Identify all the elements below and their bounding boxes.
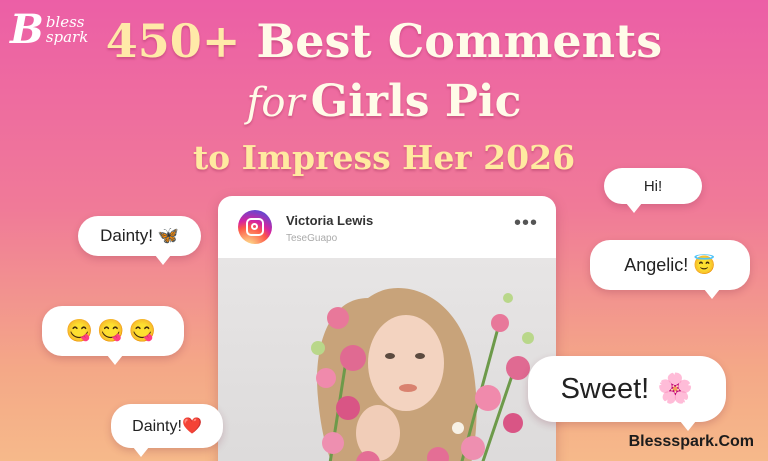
comment-bubble-sweet: Sweet! 🌸 [528,356,726,431]
post-photo [218,258,556,461]
post-user-name[interactable]: Victoria Lewis [286,213,373,228]
comment-bubble-dainty: Dainty! 🦋 [78,216,201,265]
headline-number: 450+ [105,14,241,68]
post-header: Victoria Lewis TeseGuapo ••• [218,196,556,258]
instagram-post-card: Victoria Lewis TeseGuapo ••• [218,196,556,461]
headline-line-2-text: Girls Pic [310,76,522,127]
comment-bubble-angelic: Angelic! 😇 [590,240,750,299]
headline-for: for [246,80,305,126]
post-user-subtitle: TeseGuapo [286,233,338,244]
headline-line-2: for Girls Pic [0,76,768,127]
headline-line-1: 450+ Best Comments [0,14,768,68]
headline-line-1-text: Best Comments [256,14,663,68]
girl-with-flowers-illustration [311,288,534,461]
comment-bubble-emoji: 😋😋😋 [42,306,184,365]
comment-bubble-hi: Hi! [604,168,702,213]
instagram-icon [238,210,272,244]
more-options-icon[interactable]: ••• [514,213,538,233]
comment-bubble-dainty-heart: Dainty!❤️ [111,404,223,457]
site-url[interactable]: Blessspark.Com [629,433,754,451]
